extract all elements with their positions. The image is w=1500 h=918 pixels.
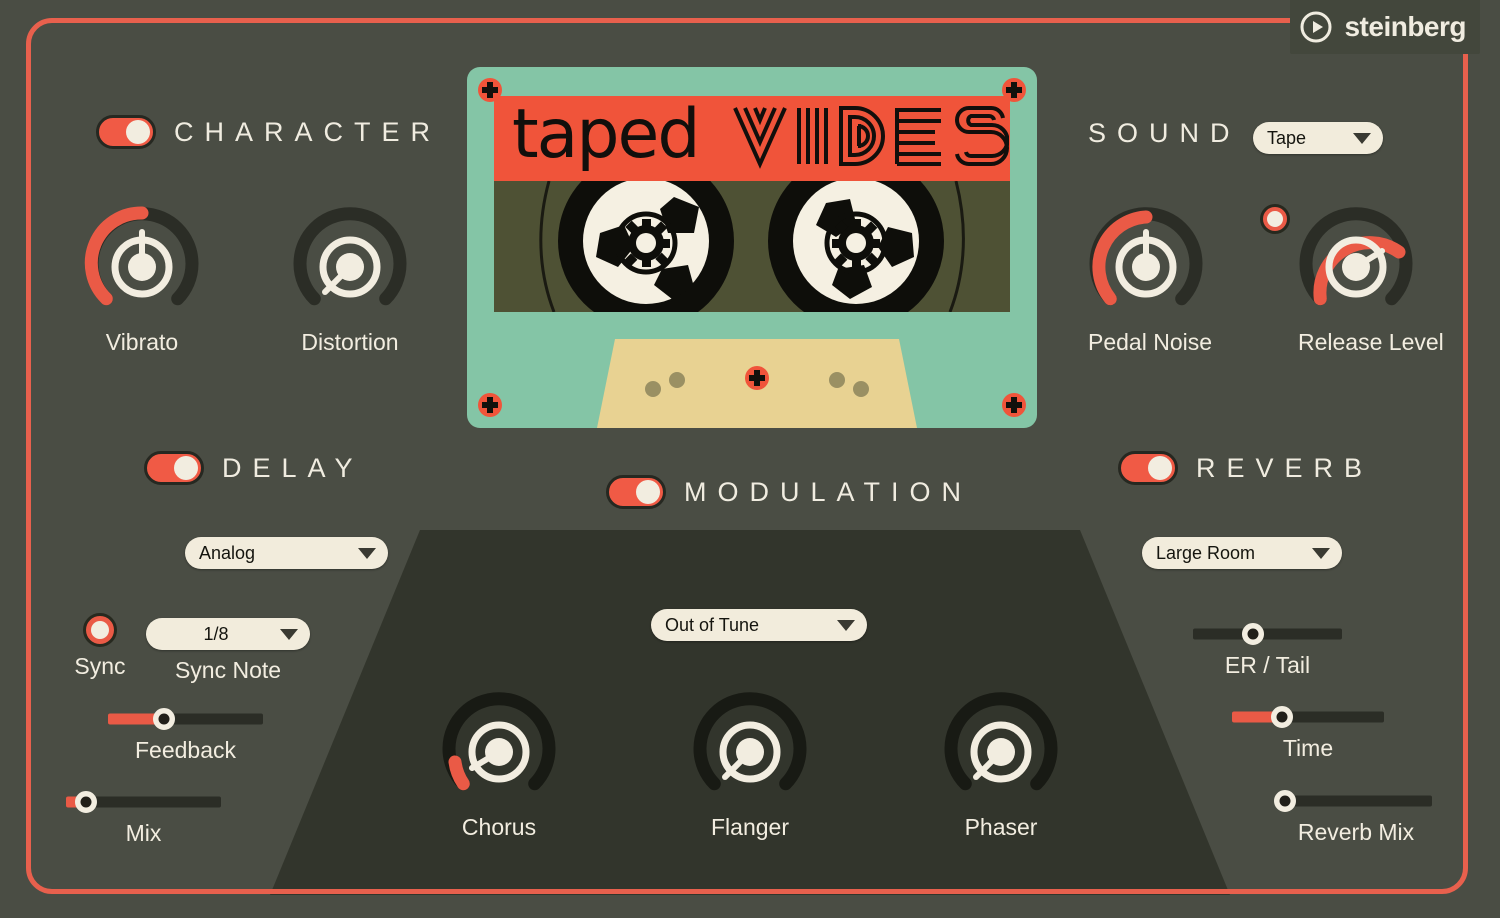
- delay-enable-toggle[interactable]: [144, 451, 204, 485]
- mix-slider[interactable]: [66, 791, 221, 813]
- er-tail-label: ER / Tail: [1224, 652, 1311, 678]
- vibrato-knob[interactable]: [84, 205, 200, 321]
- er-tail-slider-group: ER / Tail: [1193, 623, 1342, 679]
- mix-label: Mix: [125, 820, 162, 846]
- play-circle-icon: [1300, 11, 1332, 43]
- release-level-lamp-button[interactable]: [1260, 204, 1290, 234]
- cassette-screw-icon: [1001, 392, 1027, 418]
- sync-note-dropdown[interactable]: 1/8: [146, 618, 310, 650]
- delay-mode-value: Analog: [199, 542, 256, 563]
- sync-note-group: 1/8 Sync Note: [146, 618, 310, 684]
- chorus-label: Chorus: [461, 814, 537, 840]
- modulation-section-header: MODULATION: [606, 475, 972, 509]
- pedal-noise-knob[interactable]: [1088, 205, 1204, 321]
- toggle-thumb: [126, 120, 150, 144]
- sound-preset-dropdown[interactable]: Tape: [1253, 122, 1383, 154]
- mix-slider-group: Mix: [66, 791, 221, 847]
- slider-handle[interactable]: [1274, 790, 1296, 812]
- feedback-slider[interactable]: [108, 708, 263, 730]
- cassette-title-taped: taped: [512, 95, 700, 174]
- slider-track: [1280, 795, 1432, 807]
- plugin-window: taped steinberg CHARACTER Vibrato Distor…: [0, 0, 1500, 918]
- sound-section-header: SOUND: [1088, 118, 1241, 149]
- time-slider[interactable]: [1232, 706, 1384, 728]
- chevron-down-icon: [1312, 547, 1330, 559]
- modulation-title: MODULATION: [684, 476, 973, 507]
- steinberg-logo: steinberg: [1290, 0, 1480, 54]
- delay-mode-dropdown[interactable]: Analog: [185, 537, 388, 569]
- chevron-down-icon: [358, 547, 376, 559]
- chevron-down-icon: [837, 619, 855, 631]
- modulation-enable-toggle[interactable]: [606, 475, 666, 509]
- reverb-mix-slider[interactable]: [1274, 790, 1432, 812]
- time-slider-group: Time: [1232, 706, 1384, 762]
- slider-handle[interactable]: [152, 708, 175, 730]
- brand-name: steinberg: [1344, 11, 1466, 42]
- cassette-tray: [597, 339, 917, 428]
- slider-handle[interactable]: [1271, 706, 1294, 728]
- toggle-thumb: [636, 480, 660, 504]
- tray-dot: [669, 372, 685, 388]
- tray-dot: [645, 381, 661, 397]
- reverb-mix-slider-group: Reverb Mix: [1274, 790, 1432, 846]
- vibrato-knob-group: Vibrato: [84, 205, 200, 356]
- cassette-title-vibes: [729, 104, 1010, 181]
- distortion-label: Distortion: [301, 329, 399, 355]
- delay-section-header: DELAY: [144, 451, 364, 485]
- modulation-preset-value: Out of Tune: [665, 614, 760, 635]
- slider-handle[interactable]: [75, 791, 98, 813]
- vibrato-label: Vibrato: [105, 329, 179, 355]
- tray-dot: [853, 381, 869, 397]
- slider-handle[interactable]: [1241, 623, 1264, 645]
- reverb-section-header: REVERB: [1118, 451, 1373, 485]
- release-level-knob[interactable]: [1298, 205, 1414, 321]
- cassette-screw-icon: [744, 365, 770, 391]
- modulation-preset-dropdown[interactable]: Out of Tune: [651, 609, 867, 641]
- flanger-knob[interactable]: [692, 690, 808, 806]
- flanger-knob-group: Flanger: [692, 690, 808, 841]
- pedal-noise-label: Pedal Noise: [1088, 329, 1213, 355]
- chorus-knob-group: Chorus: [441, 690, 557, 841]
- sync-label: Sync: [74, 653, 126, 679]
- pedal-noise-knob-group: Pedal Noise: [1088, 205, 1213, 356]
- er-tail-slider[interactable]: [1193, 623, 1342, 645]
- character-enable-toggle[interactable]: [96, 115, 156, 149]
- chevron-down-icon: [280, 628, 298, 640]
- tray-dot: [829, 372, 845, 388]
- sync-note-label: Sync Note: [174, 657, 282, 683]
- character-section-header: CHARACTER: [96, 115, 441, 149]
- time-label: Time: [1282, 735, 1334, 761]
- chevron-down-icon: [1353, 132, 1371, 144]
- phaser-label: Phaser: [964, 814, 1038, 840]
- reverb-title: REVERB: [1196, 452, 1374, 483]
- release-level-label: Release Level: [1298, 329, 1444, 355]
- character-title: CHARACTER: [174, 116, 442, 147]
- sync-toggle-button[interactable]: [83, 613, 117, 647]
- cassette-screw-icon: [477, 392, 503, 418]
- reverb-mix-label: Reverb Mix: [1297, 819, 1415, 845]
- phaser-knob-group: Phaser: [943, 690, 1059, 841]
- flanger-label: Flanger: [711, 814, 789, 840]
- toggle-thumb: [174, 456, 198, 480]
- distortion-knob-group: Distortion: [292, 205, 408, 356]
- reverb-enable-toggle[interactable]: [1118, 451, 1178, 485]
- sound-preset-value: Tape: [1267, 127, 1307, 148]
- cassette-artwork: taped: [467, 67, 1037, 428]
- sync-note-value: 1/8: [203, 623, 229, 644]
- delay-title: DELAY: [222, 452, 364, 483]
- sound-title: SOUND: [1088, 118, 1241, 148]
- slider-track: [1193, 628, 1342, 640]
- reverb-preset-dropdown[interactable]: Large Room: [1142, 537, 1342, 569]
- toggle-thumb: [1148, 456, 1172, 480]
- cassette-label-strip: taped: [494, 95, 1010, 181]
- distortion-knob[interactable]: [292, 205, 408, 321]
- feedback-slider-group: Feedback: [108, 708, 263, 764]
- cassette-tape-window: [494, 181, 1010, 312]
- reverb-preset-value: Large Room: [1156, 542, 1256, 563]
- sync-button-group: Sync: [64, 613, 136, 680]
- phaser-knob[interactable]: [943, 690, 1059, 806]
- chorus-knob[interactable]: [441, 690, 557, 806]
- feedback-label: Feedback: [134, 737, 236, 763]
- release-level-knob-group: Release Level: [1298, 205, 1444, 356]
